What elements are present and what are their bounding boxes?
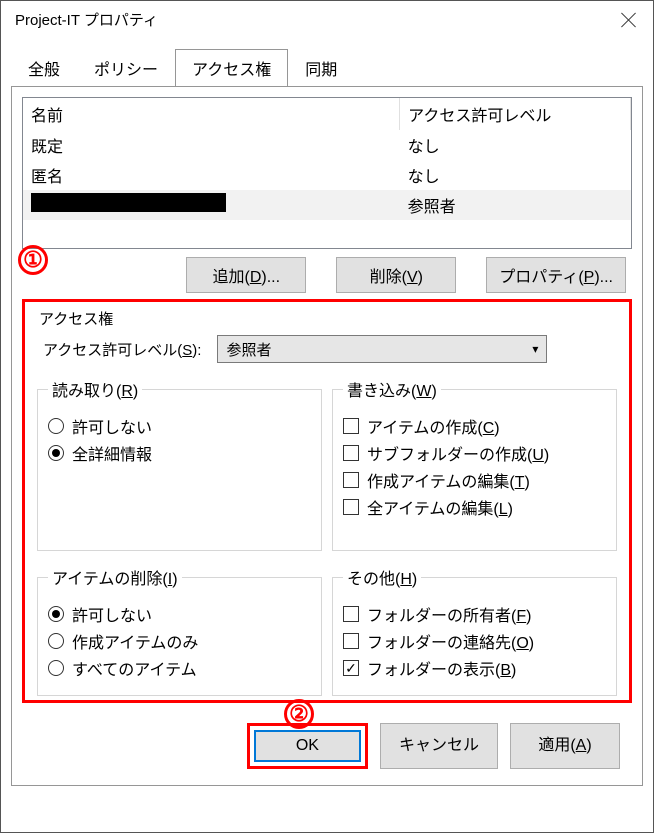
permissions-table[interactable]: 名前 アクセス許可レベル 既定 なし 匿名 なし 参照者 [22, 97, 632, 249]
read-option-none[interactable]: 許可しない [48, 414, 311, 438]
option-label: 許可しない [72, 414, 152, 438]
checkbox-icon [343, 499, 359, 515]
write-group: 書き込み(W) アイテムの作成(C) サブフォルダーの作成(U) 作成アイテムの… [332, 377, 617, 551]
read-option-fulldetails[interactable]: 全詳細情報 [48, 441, 311, 465]
option-label: 全アイテムの編集(L) [367, 495, 513, 519]
other-group: その他(H) フォルダーの所有者(F) フォルダーの連絡先(O) ✓ フォルダー… [332, 565, 617, 696]
read-legend: 読み取り(R) [48, 377, 142, 401]
delete-group: アイテムの削除(I) 許可しない 作成アイテムのみ すべてのアイテム [37, 565, 322, 696]
read-group: 読み取り(R) 許可しない 全詳細情報 [37, 377, 322, 551]
window-title: Project-IT プロパティ [15, 9, 158, 30]
other-folder-visible[interactable]: ✓ フォルダーの表示(B) [343, 656, 606, 680]
permission-level-label: アクセス許可レベル(S): [43, 339, 201, 360]
radio-icon [48, 445, 64, 461]
cell-level: 参照者 [400, 190, 631, 220]
delete-legend: アイテムの削除(I) [48, 565, 182, 589]
checkbox-icon [343, 472, 359, 488]
option-label: フォルダーの表示(B) [367, 656, 516, 680]
highlighted-permissions-area: アクセス権 アクセス許可レベル(S): 参照者 ▾ 読み取り(R) 許可しない [22, 299, 632, 703]
cell-level: なし [400, 130, 631, 160]
option-label: 作成アイテムのみ [72, 629, 198, 653]
add-button[interactable]: 追加(D)... [186, 257, 306, 293]
option-label: サブフォルダーの作成(U) [367, 441, 549, 465]
table-row[interactable]: 匿名 なし [23, 160, 631, 190]
col-level[interactable]: アクセス許可レベル [400, 98, 631, 130]
option-label: 作成アイテムの編集(T) [367, 468, 530, 492]
radio-icon [48, 606, 64, 622]
option-label: 全詳細情報 [72, 441, 152, 465]
option-label: アイテムの作成(C) [367, 414, 500, 438]
write-edit-all[interactable]: 全アイテムの編集(L) [343, 495, 606, 519]
tab-general[interactable]: 全般 [11, 49, 77, 87]
tab-sync[interactable]: 同期 [288, 49, 354, 87]
write-create-subfolders[interactable]: サブフォルダーの作成(U) [343, 441, 606, 465]
delete-option-own[interactable]: 作成アイテムのみ [48, 629, 311, 653]
highlighted-ok-area: OK [247, 723, 368, 769]
radio-icon [48, 660, 64, 676]
col-name[interactable]: 名前 [23, 98, 400, 130]
delete-option-none[interactable]: 許可しない [48, 602, 311, 626]
option-label: フォルダーの所有者(F) [367, 602, 531, 626]
remove-button[interactable]: 削除(V) [336, 257, 456, 293]
cell-name: 匿名 [23, 160, 400, 190]
cell-level: なし [400, 160, 631, 190]
tab-strip: 全般 ポリシー アクセス権 同期 [1, 36, 653, 86]
option-label: すべてのアイテム [72, 656, 197, 680]
option-label: 許可しない [72, 602, 152, 626]
checkbox-icon [343, 633, 359, 649]
cancel-button[interactable]: キャンセル [380, 723, 498, 769]
tab-policy[interactable]: ポリシー [77, 49, 175, 87]
write-legend: 書き込み(W) [343, 377, 441, 401]
table-row[interactable]: 既定 なし [23, 130, 631, 160]
radio-icon [48, 418, 64, 434]
other-folder-owner[interactable]: フォルダーの所有者(F) [343, 602, 606, 626]
chevron-down-icon: ▾ [532, 343, 538, 355]
checkbox-icon [343, 418, 359, 434]
radio-icon [48, 633, 64, 649]
other-legend: その他(H) [343, 565, 421, 589]
ok-button[interactable]: OK [254, 730, 361, 762]
annotation-2: ② [284, 699, 314, 729]
cell-name [23, 190, 400, 220]
permissions-group-label: アクセス権 [39, 308, 621, 329]
tab-permissions[interactable]: アクセス権 [175, 49, 288, 87]
permission-level-select[interactable]: 参照者 ▾ [217, 335, 547, 363]
option-label: フォルダーの連絡先(O) [367, 629, 534, 653]
properties-button[interactable]: プロパティ(P)... [486, 257, 626, 293]
checkbox-icon [343, 445, 359, 461]
apply-button[interactable]: 適用(A) [510, 723, 620, 769]
delete-option-all[interactable]: すべてのアイテム [48, 656, 311, 680]
write-create-items[interactable]: アイテムの作成(C) [343, 414, 606, 438]
checkbox-icon: ✓ [343, 660, 359, 676]
permission-level-value: 参照者 [226, 339, 271, 360]
annotation-1: ① [18, 245, 48, 275]
write-edit-own[interactable]: 作成アイテムの編集(T) [343, 468, 606, 492]
cell-name: 既定 [23, 130, 400, 160]
checkbox-icon [343, 606, 359, 622]
redacted-name [31, 193, 226, 212]
table-row[interactable]: 参照者 [23, 190, 631, 220]
close-icon[interactable] [619, 10, 639, 30]
other-folder-contact[interactable]: フォルダーの連絡先(O) [343, 629, 606, 653]
tab-panel-permissions: 名前 アクセス許可レベル 既定 なし 匿名 なし 参照者 [11, 86, 643, 786]
